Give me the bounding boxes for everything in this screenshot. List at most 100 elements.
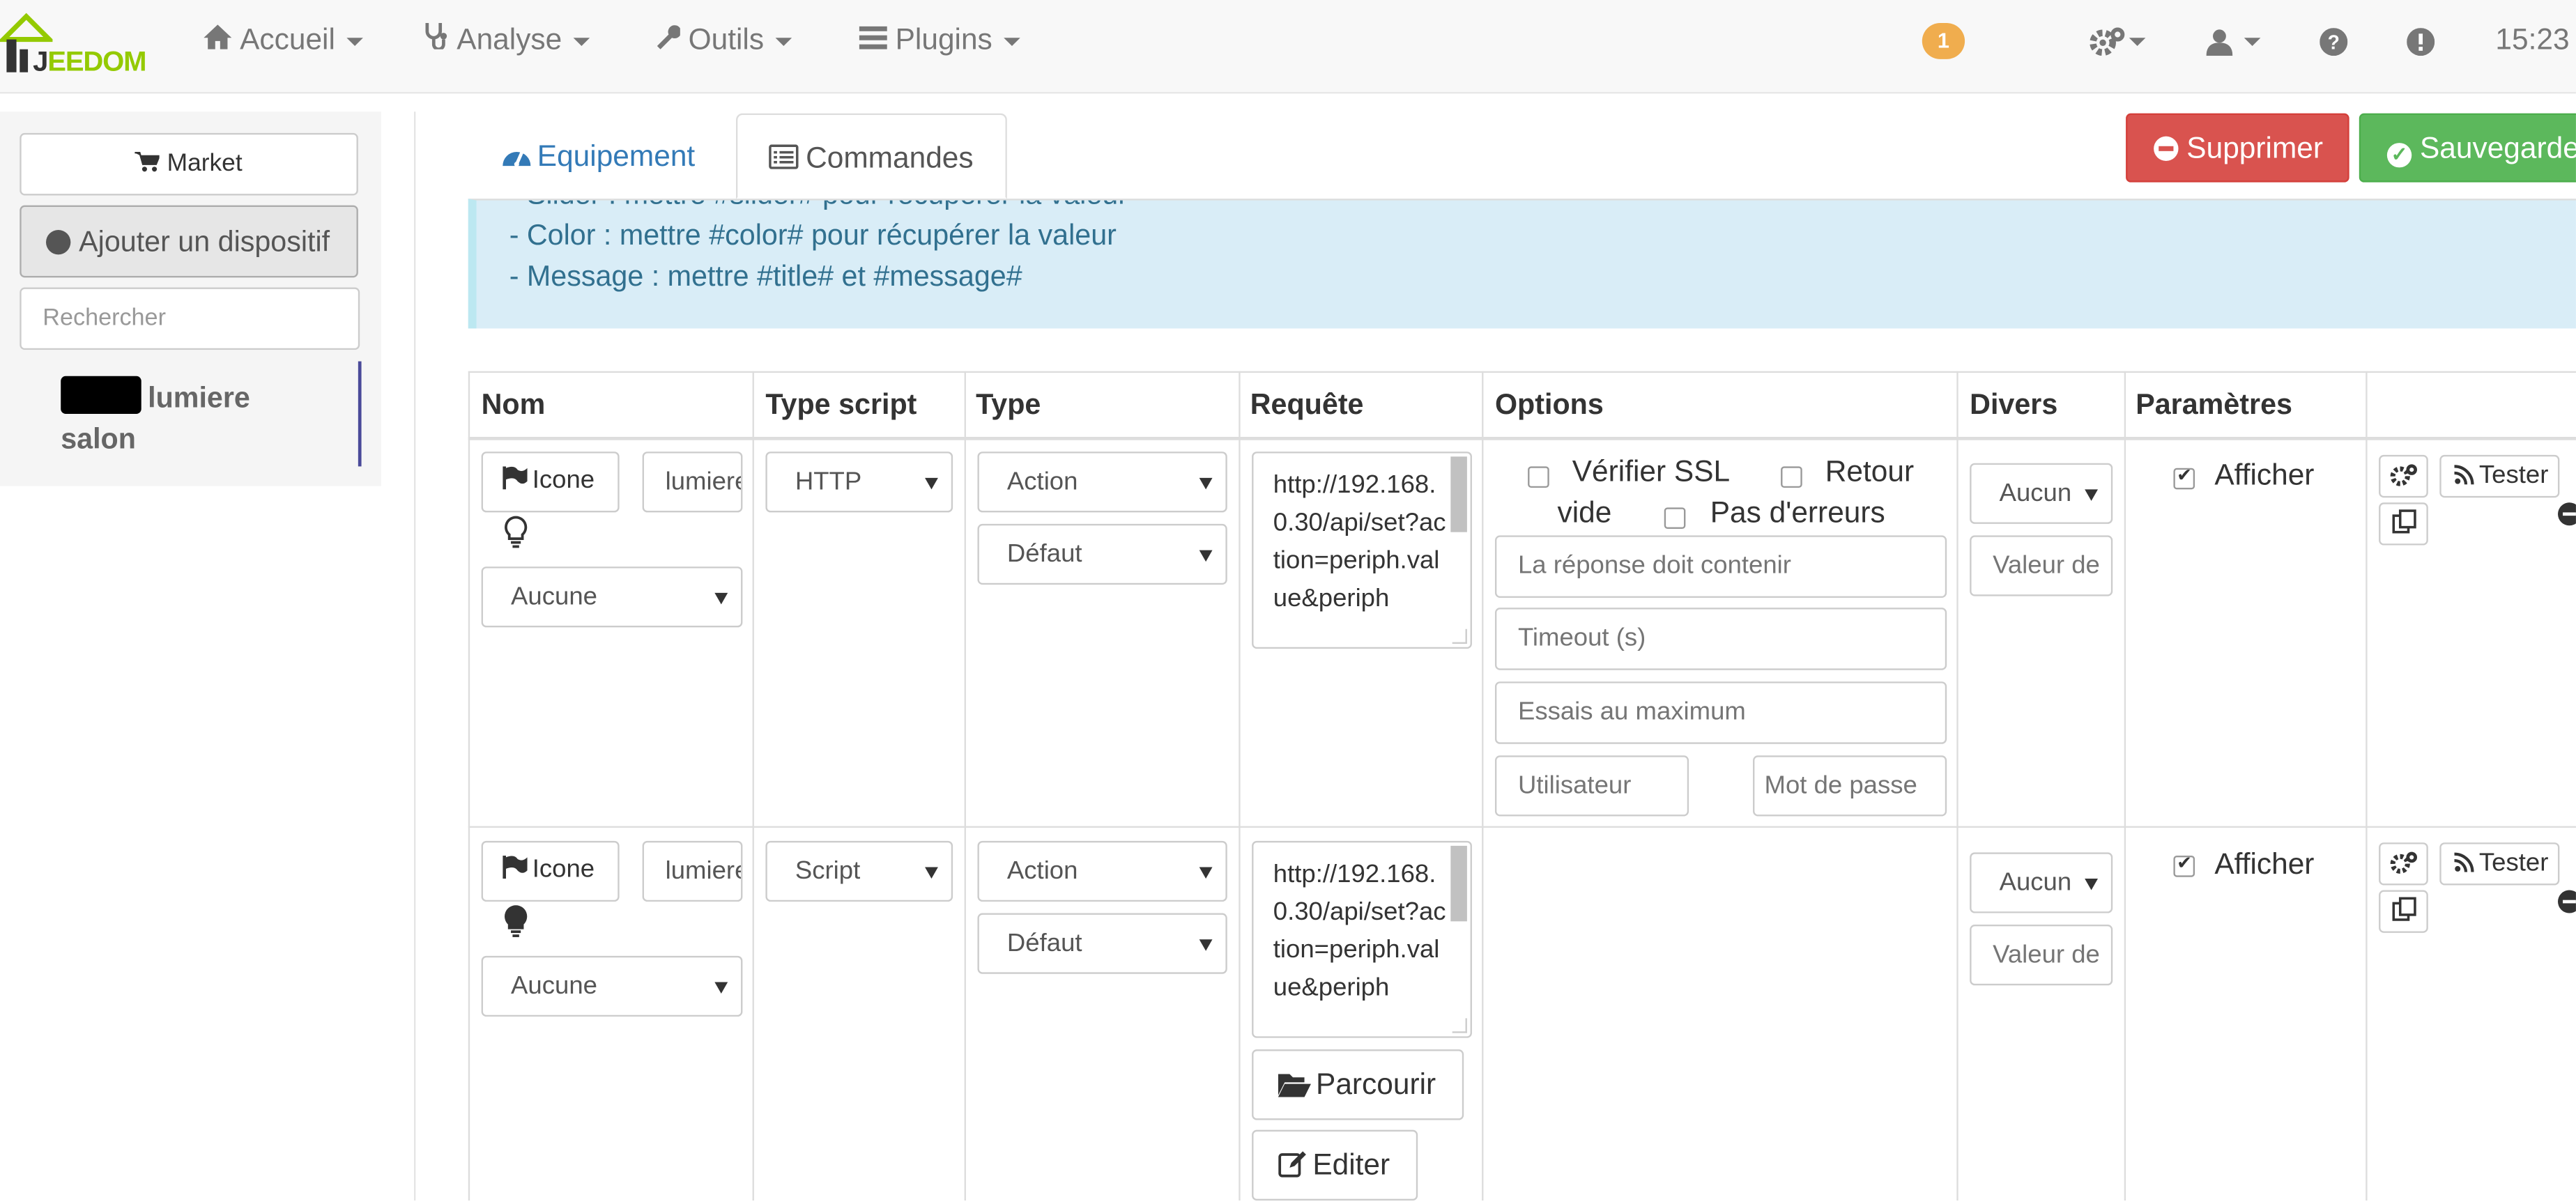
- icon-picker-button[interactable]: Icone: [481, 452, 620, 513]
- verify-ssl-checkbox[interactable]: [1528, 466, 1549, 488]
- delete-label: Supprimer: [2186, 131, 2324, 164]
- max-tries-input[interactable]: [1494, 681, 1947, 744]
- type-select[interactable]: Action: [977, 452, 1227, 513]
- menu-analyse[interactable]: Analyse: [424, 0, 590, 82]
- wrench-icon: [654, 0, 682, 79]
- caret-down-icon: [2129, 37, 2146, 46]
- test-button[interactable]: Tester: [2439, 454, 2560, 498]
- cogs-icon: [2389, 851, 2416, 874]
- config-menu[interactable]: [2090, 0, 2146, 82]
- caret-down-icon: [573, 37, 590, 46]
- menu-outils-label: Outils: [688, 22, 765, 56]
- delete-button[interactable]: Supprimer: [2126, 113, 2349, 183]
- verify-ssl-label: Vérifier SSL: [1572, 454, 1731, 488]
- scrollbar-thumb[interactable]: [1450, 456, 1467, 532]
- user-menu[interactable]: [2206, 0, 2261, 82]
- save-button[interactable]: ✓ Sauvegarder: [2359, 113, 2576, 183]
- stethoscope-icon: [424, 0, 448, 79]
- browse-button[interactable]: Parcourir: [1252, 1049, 1464, 1120]
- scrollbar-thumb[interactable]: [1450, 845, 1467, 922]
- plus-circle-icon: +: [45, 229, 71, 275]
- request-textarea[interactable]: http://192.168.0.30/api/set?action=perip…: [1252, 452, 1472, 649]
- add-device-button[interactable]: + Ajouter un dispositif: [20, 205, 358, 278]
- password-input[interactable]: [1753, 755, 1947, 817]
- divers-value-input[interactable]: [1970, 535, 2113, 596]
- menu-accueil-label: Accueil: [240, 22, 335, 56]
- subtype-select[interactable]: Défaut: [977, 523, 1227, 585]
- logo-text: EEDOM: [47, 45, 146, 77]
- duplicate-button[interactable]: [2379, 502, 2428, 546]
- tab-equipement[interactable]: Equipement: [501, 114, 695, 199]
- resize-grip[interactable]: [1452, 1018, 1467, 1033]
- caret-down-icon: [2244, 37, 2261, 46]
- subtype-select[interactable]: Défaut: [977, 913, 1227, 974]
- folder-open-icon: [1278, 1074, 1311, 1097]
- display-label: Afficher: [2214, 458, 2315, 491]
- sidebar: Market +Ajouter un dispositif lumiere sa…: [0, 111, 381, 486]
- timeout-input[interactable]: [1494, 608, 1947, 670]
- col-header-type: Type: [976, 387, 1041, 421]
- home-icon: [204, 0, 232, 79]
- advanced-config-button[interactable]: [2379, 454, 2428, 498]
- response-contains-input[interactable]: [1494, 535, 1947, 598]
- menu-plugins[interactable]: Plugins: [859, 0, 1020, 82]
- tab-commandes[interactable]: Commandes: [735, 113, 1007, 199]
- resize-grip[interactable]: [1452, 628, 1467, 644]
- list-alt-icon: [769, 144, 799, 169]
- test-button[interactable]: Tester: [2439, 842, 2560, 886]
- empty-return-label-2: vide: [1557, 495, 1612, 529]
- redacted-block: [61, 376, 141, 414]
- market-label: Market: [167, 149, 243, 178]
- cogs-icon: [2090, 28, 2125, 56]
- script-type-select[interactable]: Script: [765, 840, 953, 902]
- duplicate-button[interactable]: [2379, 890, 2428, 933]
- command-name-input[interactable]: lumiere: [642, 452, 743, 513]
- help-button[interactable]: ?: [2320, 0, 2348, 82]
- top-navbar: JEEDOM Accueil Analyse Outils Plugins 1: [0, 0, 2576, 94]
- col-header-options: Options: [1494, 387, 1604, 421]
- add-device-label: Ajouter un dispositif: [79, 224, 330, 258]
- lightbulb-icon: [505, 905, 528, 937]
- menu-accueil[interactable]: Accueil: [204, 0, 363, 82]
- clock: 15:23: [2495, 22, 2570, 56]
- jeedom-logo[interactable]: JEEDOM: [0, 6, 151, 79]
- request-textarea[interactable]: http://192.168.0.30/api/set?action=perip…: [1252, 840, 1472, 1038]
- copy-icon: [2391, 509, 2416, 534]
- display-checkbox[interactable]: [2173, 852, 2195, 877]
- request-text: http://192.168.0.30/api/set?action=perip…: [1273, 471, 1446, 613]
- equipment-name-line1: lumiere: [148, 380, 250, 414]
- divers-value-input[interactable]: [1970, 925, 2113, 986]
- equipment-name-line2: salon: [61, 422, 136, 455]
- divers-select[interactable]: Aucun: [1970, 852, 2113, 913]
- divers-select[interactable]: Aucun: [1970, 463, 2113, 524]
- menu-plugins-label: Plugins: [895, 22, 992, 56]
- remove-row-icon[interactable]: [2558, 890, 2576, 913]
- rss-icon: [2454, 465, 2474, 485]
- notification-badge[interactable]: 1: [1922, 22, 1965, 59]
- value-select[interactable]: Aucune: [481, 955, 743, 1017]
- empty-return-label-1: Retour: [1825, 454, 1915, 488]
- display-checkbox[interactable]: [2173, 465, 2195, 490]
- menu-outils[interactable]: Outils: [654, 0, 792, 82]
- username-input[interactable]: [1494, 755, 1689, 817]
- logo-letter: J: [33, 45, 48, 77]
- no-errors-checkbox[interactable]: [1664, 507, 1686, 529]
- remove-row-icon[interactable]: [2558, 502, 2576, 526]
- alert-button[interactable]: [2407, 0, 2435, 82]
- icon-button-label: Icone: [532, 466, 595, 495]
- col-header-type-script: Type script: [765, 387, 917, 421]
- advanced-config-button[interactable]: [2379, 842, 2428, 886]
- sidebar-equipment-item[interactable]: lumiere salon: [61, 376, 356, 460]
- search-input[interactable]: [20, 287, 360, 350]
- edit-button[interactable]: Editer: [1252, 1129, 1418, 1201]
- info-line-message: - Message : mettre #title# et #message#: [509, 259, 1022, 293]
- col-header-divers: Divers: [1970, 387, 2058, 421]
- script-type-select[interactable]: HTTP: [765, 452, 953, 513]
- type-select[interactable]: Action: [977, 840, 1227, 902]
- empty-return-checkbox[interactable]: [1781, 466, 1802, 488]
- edit-label: Editer: [1312, 1148, 1390, 1181]
- market-button[interactable]: Market: [20, 132, 358, 196]
- command-name-input[interactable]: lumiere: [642, 840, 743, 902]
- value-select[interactable]: Aucune: [481, 566, 743, 628]
- icon-picker-button[interactable]: Icone: [481, 840, 620, 902]
